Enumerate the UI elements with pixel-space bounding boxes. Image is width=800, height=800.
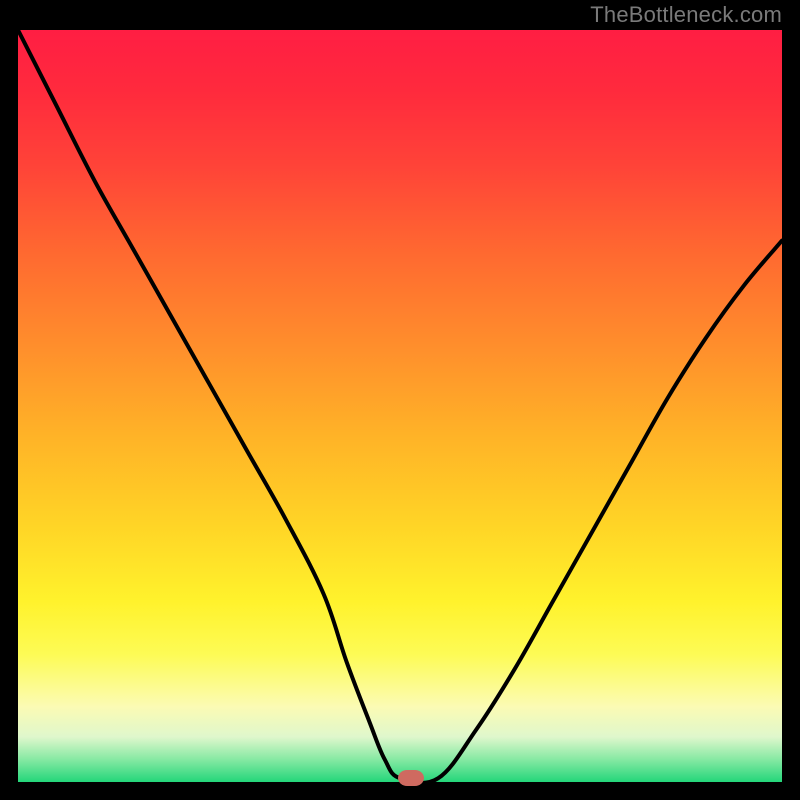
min-marker — [398, 770, 424, 786]
chart-frame: TheBottleneck.com — [0, 0, 800, 800]
bottleneck-curve — [18, 30, 782, 782]
curve-svg — [18, 30, 782, 782]
watermark-text: TheBottleneck.com — [590, 2, 782, 28]
plot-area — [18, 30, 782, 782]
